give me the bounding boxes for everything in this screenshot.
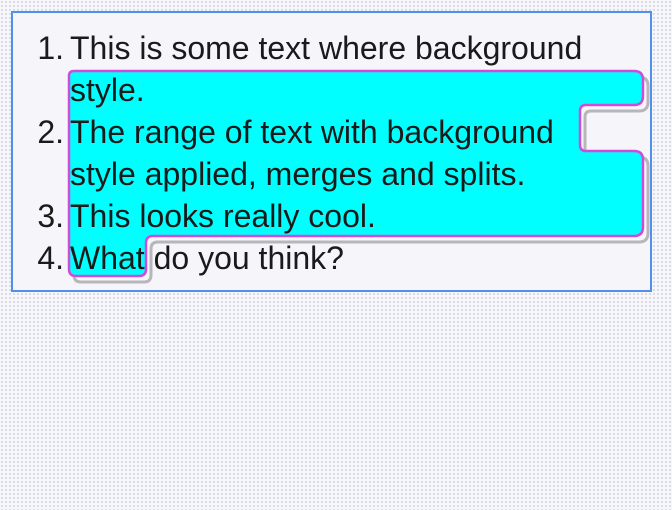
list-item-text-highlighted: This looks really cool. bbox=[70, 198, 376, 234]
plain-fragment: do you think? bbox=[144, 240, 344, 276]
list-number: 4. bbox=[37, 240, 64, 276]
numbered-list: 1. This is some text where background st… bbox=[0, 0, 672, 300]
list-item-text-highlighted: style applied, merges and splits. bbox=[70, 156, 526, 192]
list-number: 1. bbox=[37, 30, 64, 66]
list-number: 3. bbox=[37, 198, 64, 234]
highlighted-fragment: What bbox=[70, 240, 145, 276]
list-item-text: This is some text where background bbox=[70, 30, 583, 66]
list-item-text-highlighted: style. bbox=[70, 72, 145, 108]
list-number: 2. bbox=[37, 114, 64, 150]
list-item-text: What do you think? bbox=[70, 237, 344, 279]
list-item-text-highlighted: The range of text with background bbox=[70, 114, 554, 150]
